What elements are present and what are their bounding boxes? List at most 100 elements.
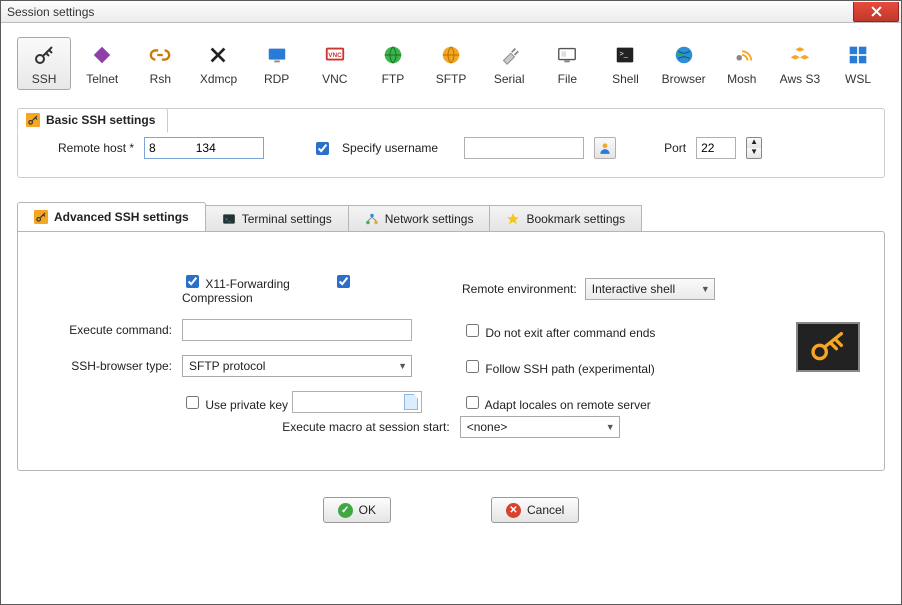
chevron-down-icon: ▼: [606, 422, 615, 432]
svg-text:>_: >_: [225, 216, 231, 222]
chevron-down-icon: ▼: [398, 361, 407, 371]
spinner-down-icon[interactable]: ▼: [747, 148, 761, 158]
close-button[interactable]: [853, 2, 899, 22]
titlebar: Session settings: [1, 1, 901, 23]
ssh-key-badge[interactable]: [796, 322, 860, 372]
ok-label: OK: [359, 503, 376, 517]
specify-username-label: Specify username: [342, 141, 438, 155]
private-key-input[interactable]: [292, 391, 422, 413]
protocol-label: Mosh: [716, 72, 768, 86]
basic-ssh-title: Basic SSH settings: [46, 113, 155, 127]
svg-text:VNC: VNC: [328, 52, 342, 59]
terminal-icon: >_: [612, 42, 638, 68]
follow-path-label: Follow SSH path (experimental): [485, 362, 654, 376]
protocol-wsl[interactable]: WSL: [831, 37, 885, 90]
protocol-label: File: [541, 72, 593, 86]
file-monitor-icon: [554, 42, 580, 68]
globe-orange-icon: [438, 42, 464, 68]
chevron-down-icon: ▼: [701, 284, 710, 294]
browser-type-value: SFTP protocol: [189, 359, 265, 373]
user-picker-button[interactable]: [594, 137, 616, 159]
close-icon: [871, 6, 882, 17]
cancel-button[interactable]: ✕ Cancel: [491, 497, 579, 523]
follow-path-checkbox[interactable]: [466, 360, 479, 373]
advanced-tabstrip: Advanced SSH settings >_ Terminal settin…: [17, 202, 885, 232]
monitor-icon: [264, 42, 290, 68]
protocol-label: Browser: [658, 72, 710, 86]
key-large-icon: [808, 330, 848, 364]
tab-network-settings[interactable]: Network settings: [348, 205, 491, 232]
macro-label: Execute macro at session start:: [282, 420, 449, 434]
protocol-label: RDP: [251, 72, 303, 86]
protocol-telnet[interactable]: Telnet: [75, 37, 129, 90]
person-icon: [598, 141, 612, 155]
exec-cmd-input[interactable]: [182, 319, 412, 341]
tab-bookmark-settings[interactable]: Bookmark settings: [489, 205, 642, 232]
remote-env-label: Remote environment:: [462, 282, 577, 296]
x11-option[interactable]: X11-Forwarding: [182, 277, 293, 291]
protocol-label: WSL: [832, 72, 884, 86]
protocol-label: Telnet: [76, 72, 128, 86]
tab-label: Bookmark settings: [526, 212, 625, 226]
port-spinner[interactable]: ▲ ▼: [746, 137, 762, 159]
protocol-label: SSH: [18, 72, 70, 86]
tab-terminal-settings[interactable]: >_ Terminal settings: [205, 205, 349, 232]
remote-env-select[interactable]: Interactive shell ▼: [585, 278, 715, 300]
private-key-option[interactable]: Use private key: [182, 393, 288, 412]
tab-label: Terminal settings: [242, 212, 332, 226]
protocol-label: Aws S3: [774, 72, 826, 86]
protocol-awss3[interactable]: Aws S3: [773, 37, 827, 90]
network-icon: [365, 212, 379, 226]
private-key-checkbox[interactable]: [186, 396, 199, 409]
protocol-serial[interactable]: Serial: [482, 37, 536, 90]
remote-host-input[interactable]: [144, 137, 264, 159]
protocol-rdp[interactable]: RDP: [250, 37, 304, 90]
terminal-small-icon: >_: [222, 212, 236, 226]
protocol-rsh[interactable]: Rsh: [133, 37, 187, 90]
check-circle-icon: ✓: [338, 503, 353, 518]
private-key-label: Use private key: [205, 398, 288, 412]
key-icon: [26, 113, 40, 127]
macro-select[interactable]: <none> ▼: [460, 416, 620, 438]
remote-env-value: Interactive shell: [592, 282, 675, 296]
protocol-mosh[interactable]: Mosh: [715, 37, 769, 90]
window-title: Session settings: [7, 5, 94, 19]
no-exit-checkbox[interactable]: [466, 324, 479, 337]
protocol-label: Serial: [483, 72, 535, 86]
specify-username-checkbox[interactable]: [316, 142, 329, 155]
macro-row: Execute macro at session start: <none> ▼: [18, 416, 884, 438]
globe-green-icon: [380, 42, 406, 68]
key-icon: [31, 42, 57, 68]
protocol-vnc[interactable]: VNC VNC: [308, 37, 362, 90]
cubes-icon: [787, 42, 813, 68]
windows-icon: [845, 42, 871, 68]
browser-type-select[interactable]: SFTP protocol ▼: [182, 355, 412, 377]
compression-checkbox[interactable]: [337, 275, 350, 288]
x11-checkbox[interactable]: [186, 275, 199, 288]
ok-button[interactable]: ✓ OK: [323, 497, 391, 523]
protocol-ssh[interactable]: SSH: [17, 37, 71, 90]
basic-ssh-tab: Basic SSH settings: [17, 108, 168, 133]
svg-text:>_: >_: [620, 49, 629, 58]
adapt-locales-checkbox[interactable]: [466, 396, 479, 409]
content-area: SSH Telnet Rsh Xdmcp RDP VNC VNC: [1, 23, 901, 604]
link-icon: [147, 42, 173, 68]
port-label: Port: [664, 141, 686, 155]
adapt-locales-option[interactable]: Adapt locales on remote server: [462, 393, 860, 412]
protocol-browser[interactable]: Browser: [657, 37, 711, 90]
protocol-xdmcp[interactable]: Xdmcp: [191, 37, 245, 90]
port-input[interactable]: [696, 137, 736, 159]
tab-advanced-ssh[interactable]: Advanced SSH settings: [17, 202, 206, 232]
username-input[interactable]: [464, 137, 584, 159]
protocol-sftp[interactable]: SFTP: [424, 37, 478, 90]
protocol-file[interactable]: File: [540, 37, 594, 90]
basic-ssh-row: Remote host * Specify username Port ▲ ▼: [58, 137, 866, 159]
basic-ssh-group: Basic SSH settings Remote host * Specify…: [17, 108, 885, 178]
dialog-buttons: ✓ OK ✕ Cancel: [17, 497, 885, 523]
remote-host-label: Remote host *: [58, 141, 134, 155]
protocol-label: SFTP: [425, 72, 477, 86]
protocol-ftp[interactable]: FTP: [366, 37, 420, 90]
protocol-shell[interactable]: >_ Shell: [598, 37, 652, 90]
file-icon[interactable]: [404, 394, 418, 410]
exec-cmd-label: Execute command:: [42, 323, 182, 337]
